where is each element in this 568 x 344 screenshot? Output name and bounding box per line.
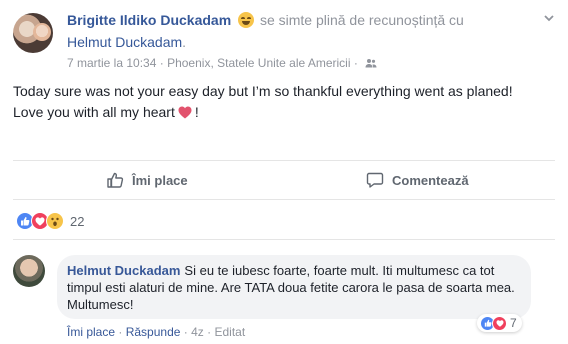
tagged-line: Helmut Duckadam. [67,33,186,51]
divider [13,160,555,161]
comment-bubble: Helmut Duckadam Si eu te iubesc foarte, f… [57,255,531,319]
divider [13,239,555,240]
meta-separator: · [159,56,164,70]
post-body: Today sure was not your easy day but I’m… [13,81,543,123]
post-location[interactable]: Phoenix, Statele Unite ale Americii [167,56,350,70]
comment-reply-link[interactable]: Răspunde [126,325,181,339]
reaction-count[interactable]: 22 [70,214,84,229]
post-text-line-2: Love you with all my heart! [13,102,543,123]
divider [13,199,555,200]
post-text-line-1: Today sure was not your easy day but I’m… [13,83,513,99]
love-reaction-icon [492,315,507,331]
like-button[interactable]: Îmi place [106,168,188,192]
post-meta: 7 martie la 10:34 · Phoenix, Statele Uni… [67,55,377,71]
comment-like-link[interactable]: Îmi place [67,325,115,339]
chevron-down-icon[interactable] [542,12,556,26]
comment-reactions[interactable]: 7 [477,314,522,332]
comment-button-label: Comentează [392,172,469,188]
reactions-summary[interactable]: 22 [16,212,84,230]
comment-actions-dot: · [207,325,212,339]
comment-reaction-count: 7 [510,316,517,330]
tagged-suffix: . [182,34,187,50]
grinning-emoji-icon [238,12,255,28]
like-button-label: Îmi place [132,172,188,188]
comment-icon [366,172,384,188]
comment-edited[interactable]: Editat [215,325,246,339]
author-name-link[interactable]: Brigitte Ildiko Duckadam [67,12,231,28]
comment-actions: Îmi place · Răspunde · 4z · Editat [67,324,245,340]
author-avatar[interactable] [13,13,53,53]
comment-time[interactable]: 4z [191,325,204,339]
comment-button[interactable]: Comentează [366,168,469,192]
comment-actions-dot: · [118,325,123,339]
post-header: Brigitte Ildiko Duckadam se simte plină … [67,11,537,29]
post-text-love: Love you with all my heart [13,104,175,120]
facebook-post: Brigitte Ildiko Duckadam se simte plină … [0,0,568,344]
feeling-text: se simte plină de recunoștință cu [259,12,464,28]
tagged-user-link[interactable]: Helmut Duckadam [67,34,182,50]
friends-icon[interactable] [365,58,377,68]
thumbs-up-icon [107,172,124,188]
wow-reaction-icon [46,212,64,230]
comment-author-link[interactable]: Helmut Duckadam [67,263,180,278]
meta-separator-2: · [353,56,358,70]
post-timestamp[interactable]: 7 martie la 10:34 [67,56,156,70]
heart-emoji-icon [178,106,192,119]
commenter-avatar[interactable] [13,255,45,287]
comment-actions-dot: · [183,325,188,339]
post-text-exclaim: ! [194,104,199,120]
